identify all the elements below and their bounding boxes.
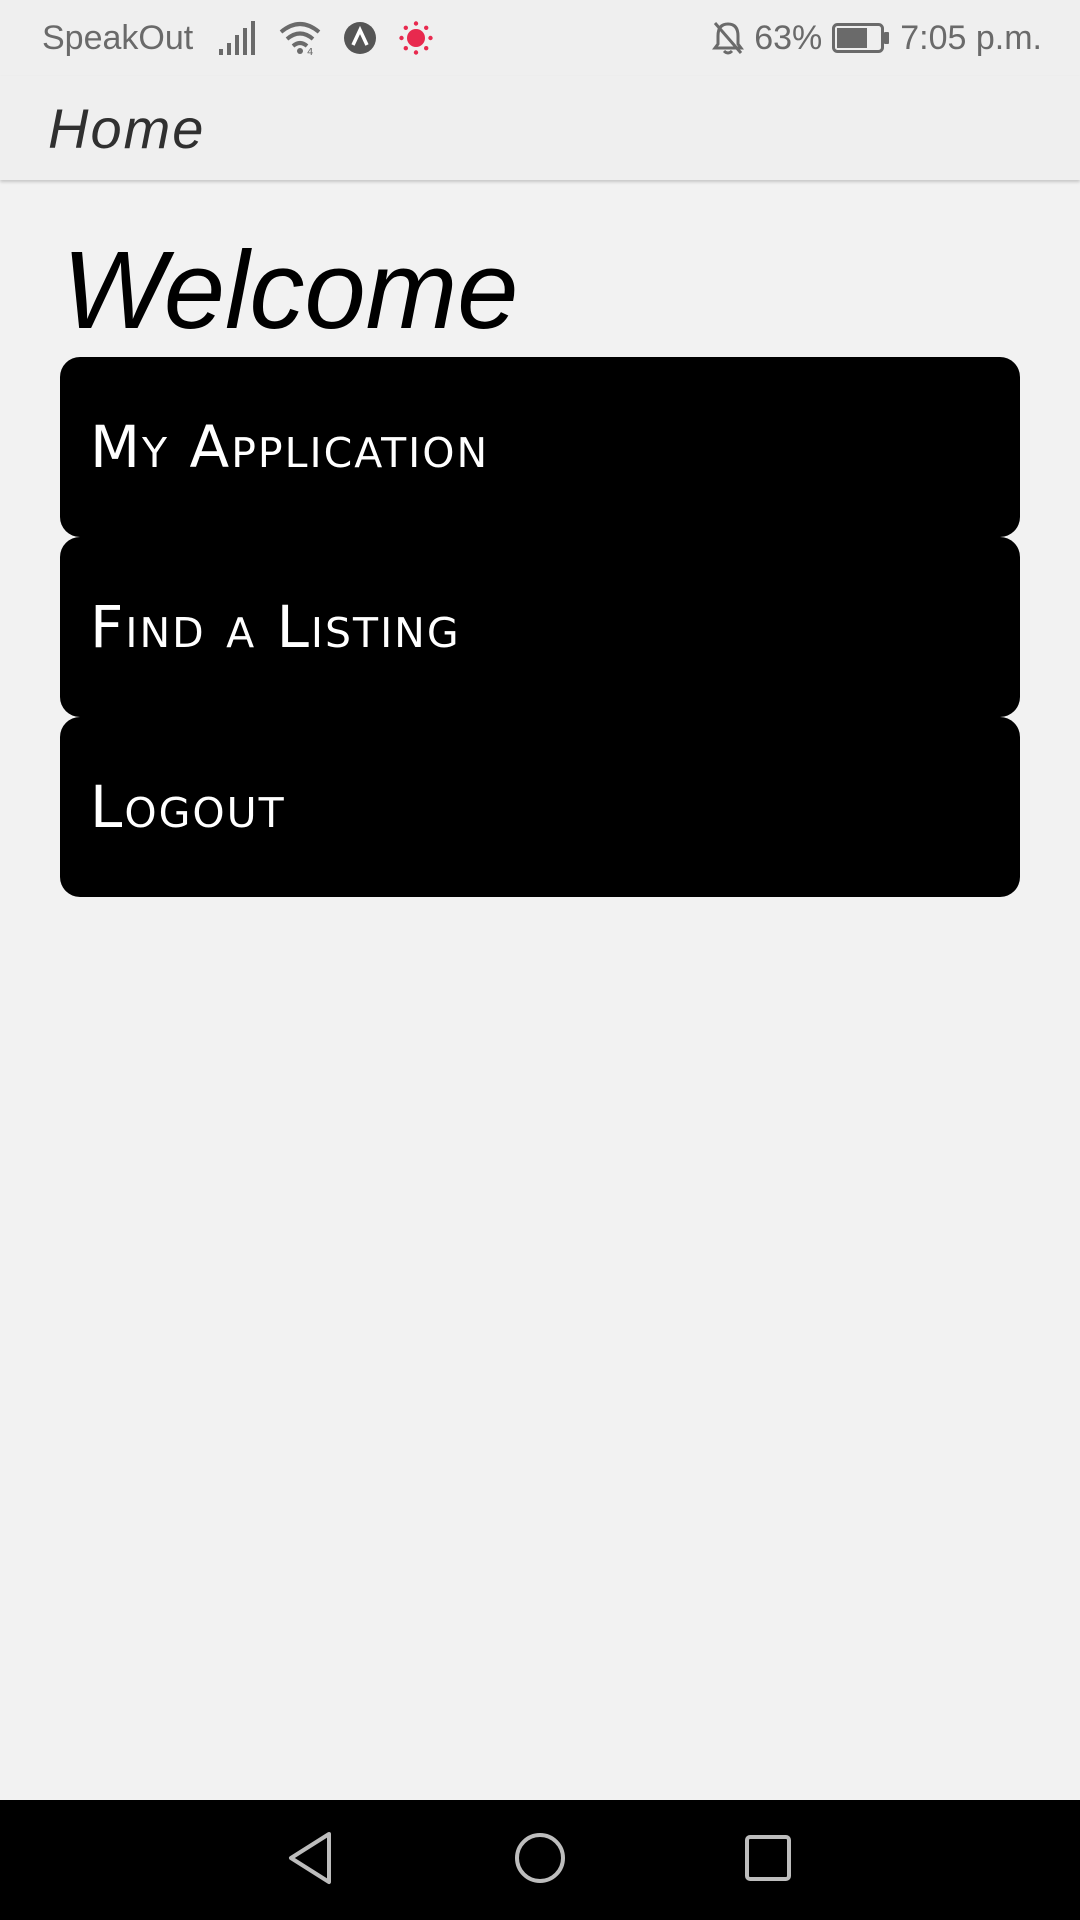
system-nav-bar: [0, 1800, 1080, 1920]
app-bar-title: Home: [48, 97, 206, 160]
back-icon: [285, 1830, 335, 1891]
status-time: 7:05 p.m.: [900, 18, 1042, 57]
my-application-button[interactable]: My Application: [60, 357, 1020, 537]
bell-off-icon: [712, 20, 745, 56]
find-listing-button-label: Find a Listing: [90, 593, 461, 661]
welcome-heading: Welcome: [62, 229, 519, 352]
home-button[interactable]: [510, 1830, 570, 1890]
wifi-icon: 4: [279, 21, 321, 55]
logout-button-label: Logout: [90, 773, 286, 841]
recents-button[interactable]: [738, 1830, 798, 1890]
home-icon: [513, 1831, 567, 1890]
logout-button[interactable]: Logout: [60, 717, 1020, 897]
recording-icon: [399, 21, 433, 55]
status-right: 63% 7:05 p.m.: [712, 14, 1042, 62]
back-button[interactable]: [280, 1830, 340, 1890]
battery-icon: [832, 23, 890, 53]
status-bar: SpeakOut 4 63% 7:05 p.m.: [0, 0, 1080, 76]
app-bar: Home: [0, 76, 1080, 180]
my-application-button-label: My Application: [90, 413, 490, 481]
navigation-icon: [343, 21, 377, 55]
status-app-name: SpeakOut: [42, 18, 194, 57]
status-left: SpeakOut 4: [42, 14, 433, 62]
find-listing-button[interactable]: Find a Listing: [60, 537, 1020, 717]
recents-icon: [744, 1834, 792, 1887]
signal-icon: [219, 21, 257, 55]
battery-percent: 63%: [754, 18, 823, 57]
svg-text:4: 4: [307, 47, 313, 55]
